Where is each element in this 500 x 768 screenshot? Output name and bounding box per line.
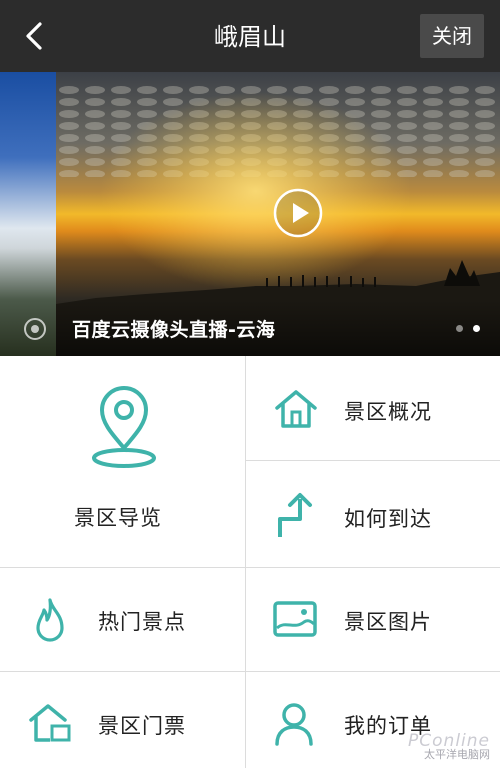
play-video-icon[interactable] [272,187,324,239]
picture-icon [273,601,317,637]
carousel-dot-active[interactable] [473,325,480,332]
menu-label-hot-spots: 热门景点 [98,610,186,634]
menu-label-photos: 景区图片 [344,610,432,634]
banner-carousel[interactable]: 百度云摄像头直播-云海 [0,72,500,356]
grid-divider-vertical [245,356,246,768]
carousel-dot[interactable] [455,325,463,332]
menu-item-directions[interactable]: 如何到达 [246,461,500,567]
ticket-house-icon [29,704,71,742]
menu-label-tickets: 景区门票 [98,714,186,738]
watermark-brand: PConline [408,731,490,751]
previous-slide-preview[interactable] [0,72,56,356]
menu-item-guide[interactable]: 景区导览 [0,356,245,567]
menu-item-overview[interactable]: 景区概况 [246,356,500,460]
chevron-left-icon [26,22,42,50]
flame-icon [36,598,64,642]
camera-icon [24,318,46,340]
route-arrow-icon [278,493,312,537]
close-button[interactable]: 关闭 [420,14,484,58]
grid-divider [246,460,500,461]
grid-divider [0,567,500,568]
title-bar: 峨眉山 关闭 [0,0,500,72]
home-icon [275,390,317,428]
menu-item-hot-spots[interactable]: 热门景点 [0,568,245,671]
menu-item-tickets[interactable]: 景区门票 [0,672,245,768]
menu-label-overview: 景区概况 [344,400,432,424]
menu-item-photos[interactable]: 景区图片 [246,568,500,671]
menu-label-guide: 景区导览 [74,506,162,530]
slide-caption: 百度云摄像头直播-云海 [72,319,276,341]
menu-label-directions: 如何到达 [344,507,432,531]
grid-divider [0,671,500,672]
location-pin-icon [92,386,156,468]
carousel-indicator [451,317,480,336]
user-icon [275,703,313,746]
back-button[interactable] [14,16,54,56]
watermark: PConline 太平洋电脑网 [408,731,490,762]
feature-menu-grid: 景区导览 景区概况 如何到达 热门景点 景区图片 景区门票 我的订单 PConl… [0,356,500,768]
